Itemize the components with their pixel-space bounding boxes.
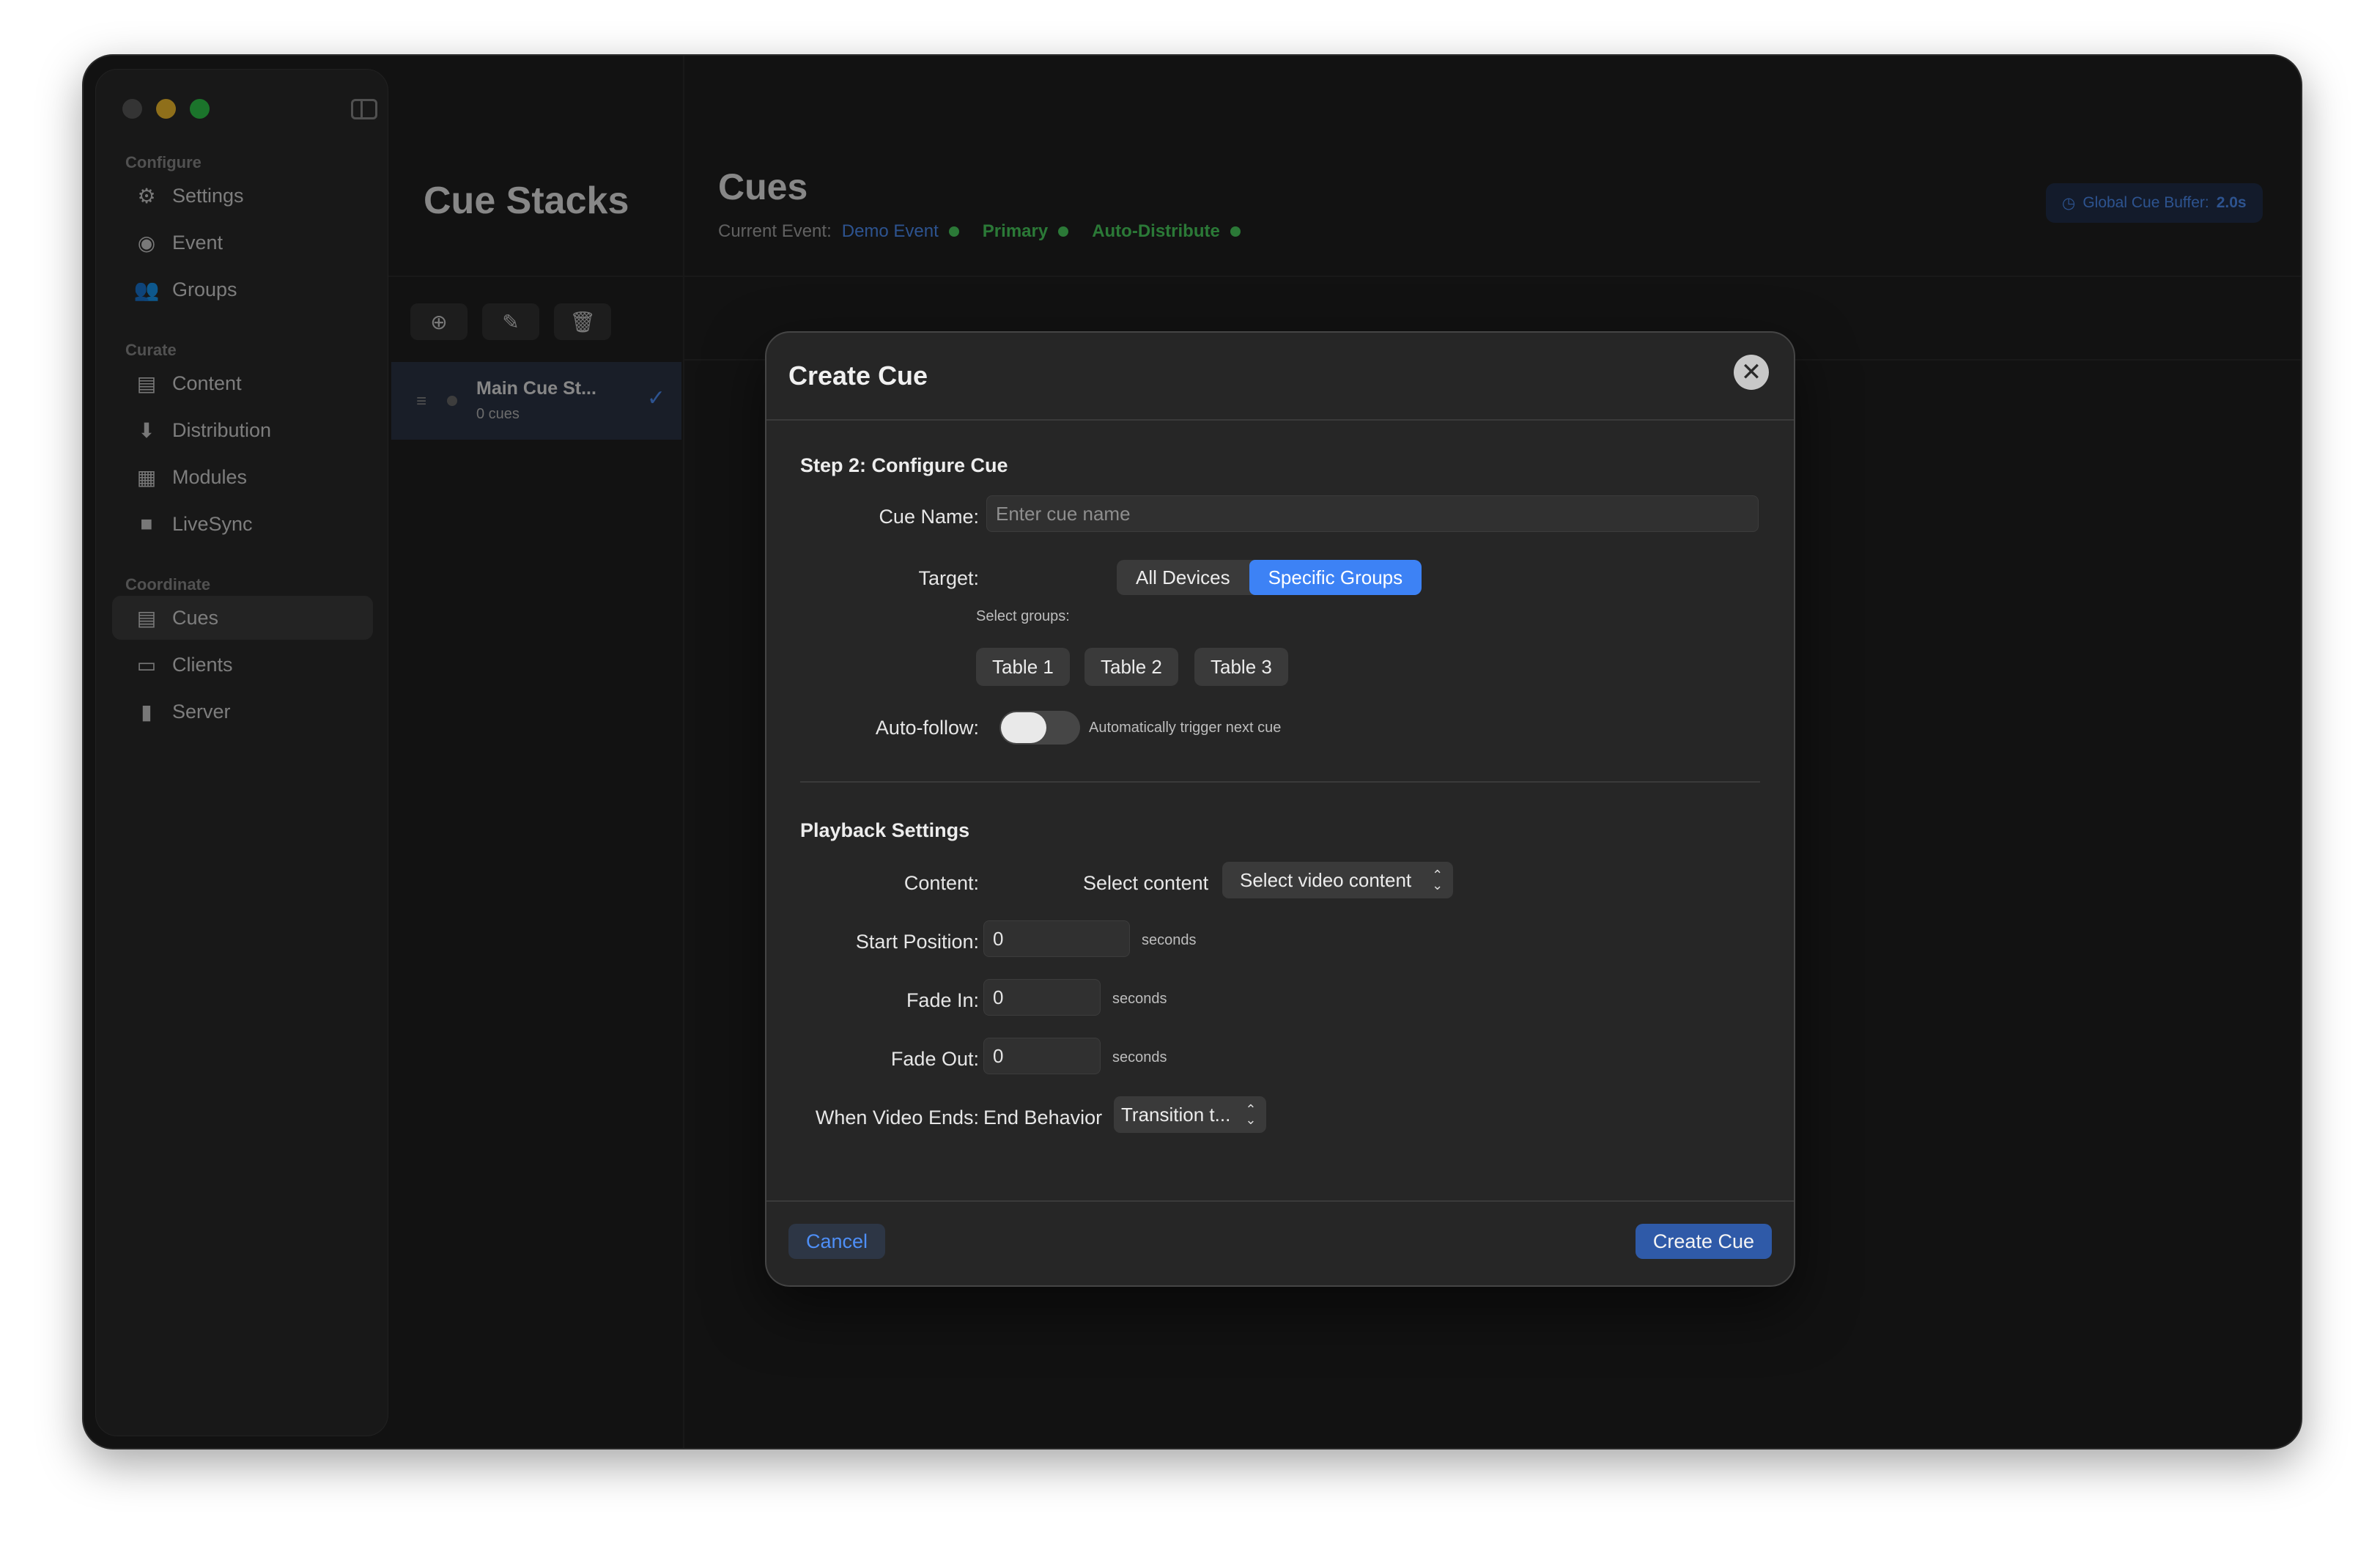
group-chip-table-3[interactable]: Table 3	[1194, 648, 1288, 686]
end-behavior-value: Transition t...	[1121, 1103, 1231, 1126]
fade-out-label: Fade Out:	[890, 1048, 979, 1070]
content-select[interactable]: Select video content ⌃ ⌄	[1222, 862, 1454, 898]
app-window: Configure ⚙ Settings ◉ Event 👥 Groups Cu…	[82, 54, 2302, 1449]
seconds-unit: seconds	[1142, 932, 1197, 948]
group-chip-table-2[interactable]: Table 2	[1084, 648, 1178, 686]
target-specific-groups[interactable]: Specific Groups	[1249, 560, 1422, 595]
target-label: Target:	[918, 567, 979, 589]
autofollow-hint: Automatically trigger next cue	[1089, 720, 1282, 736]
group-chip-table-1[interactable]: Table 1	[976, 648, 1070, 686]
divider	[766, 419, 1794, 421]
cue-name-input[interactable]: Enter cue name	[986, 495, 1759, 532]
dialog-title: Create Cue	[788, 361, 928, 391]
autofollow-label: Auto-follow:	[875, 717, 979, 739]
target-segmented-control[interactable]: All Devices Specific Groups	[1117, 560, 1422, 595]
start-position-label: Start Position:	[855, 931, 979, 953]
create-cue-dialog: Create Cue ✕ Step 2: Configure Cue Cue N…	[765, 331, 1795, 1287]
end-behavior-label: End Behavior	[983, 1107, 1103, 1129]
chevron-updown-icon: ⌃ ⌄	[1245, 1102, 1257, 1127]
cancel-button[interactable]: Cancel	[788, 1224, 886, 1259]
divider	[766, 1200, 1794, 1202]
cue-name-label: Cue Name:	[879, 506, 979, 528]
step-title: Step 2: Configure Cue	[800, 454, 1008, 476]
create-cue-button[interactable]: Create Cue	[1635, 1224, 1772, 1259]
playback-title: Playback Settings	[800, 819, 970, 841]
toggle-knob	[1001, 712, 1046, 743]
chevron-updown-icon: ⌃ ⌄	[1432, 868, 1444, 893]
fade-out-input[interactable]: 0	[983, 1038, 1101, 1074]
fade-in-input[interactable]: 0	[983, 979, 1101, 1016]
end-behavior-select[interactable]: Transition t... ⌃ ⌄	[1114, 1096, 1267, 1133]
seconds-unit: seconds	[1112, 991, 1167, 1007]
start-position-input[interactable]: 0	[983, 920, 1130, 957]
close-icon[interactable]: ✕	[1734, 355, 1769, 390]
select-groups-label: Select groups:	[976, 608, 1070, 624]
target-all-devices[interactable]: All Devices	[1117, 560, 1249, 595]
seconds-unit: seconds	[1112, 1049, 1167, 1065]
video-ends-label: When Video Ends:	[815, 1107, 979, 1129]
content-label: Content:	[903, 872, 979, 894]
content-select-label: Select content	[1083, 872, 1209, 894]
fade-in-label: Fade In:	[906, 989, 979, 1011]
content-select-value: Select video content	[1240, 868, 1412, 891]
divider	[800, 781, 1760, 783]
autofollow-toggle[interactable]	[999, 711, 1080, 745]
